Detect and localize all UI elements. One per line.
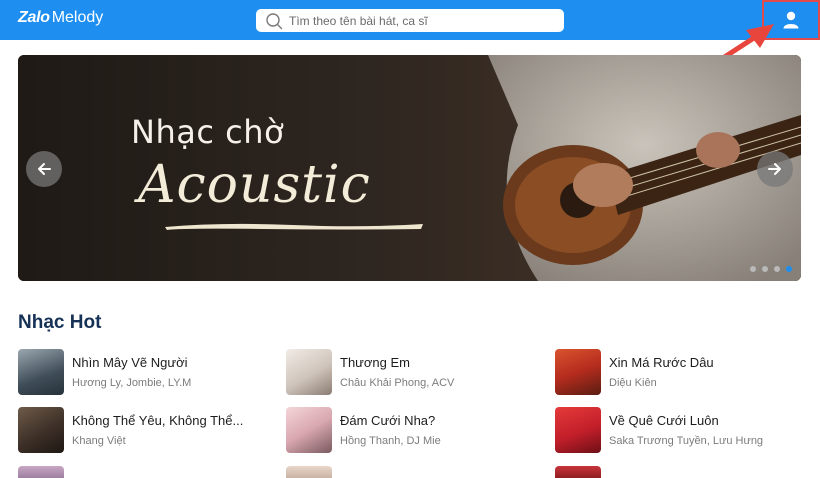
song-title: Không Thể Yêu, Không Thể... <box>72 412 244 428</box>
song-artist: Khang Việt <box>72 434 126 447</box>
search-icon <box>265 12 283 30</box>
song-item[interactable]: Thương Em Châu Khải Phong, ACV <box>286 348 454 396</box>
search-bar[interactable] <box>256 9 564 32</box>
song-item[interactable]: Nhìn Mây Vẽ Người Hương Ly, Jombie, LY.M <box>18 348 191 396</box>
search-input[interactable] <box>289 13 549 28</box>
logo-brand: Zalo <box>18 9 50 26</box>
song-thumbnail <box>18 349 64 395</box>
song-title: Thương Em <box>340 354 410 370</box>
banner-background-image <box>18 55 801 281</box>
song-artist: Saka Trương Tuyền, Lưu Hưng <box>609 434 764 447</box>
song-thumbnail <box>555 349 601 395</box>
song-item[interactable]: Về Quê Cưới Luôn Saka Trương Tuyền, Lưu … <box>555 406 763 454</box>
song-item[interactable]: Xin Má Rước Dâu Diệu Kiên <box>555 348 714 396</box>
song-thumbnail-partial[interactable] <box>18 466 64 478</box>
song-title: Xin Má Rước Dâu <box>609 354 714 370</box>
section-title: Nhạc Hot <box>18 312 102 333</box>
arrow-right-icon <box>768 163 781 175</box>
song-thumbnail <box>18 407 64 453</box>
banner-title-line2: Acoustic <box>138 155 371 215</box>
carousel-dot[interactable] <box>774 266 780 272</box>
song-title: Nhìn Mây Vẽ Người <box>72 354 188 370</box>
carousel-dots <box>750 266 792 272</box>
banner-prev-button[interactable] <box>26 151 62 187</box>
banner-title-line1: Nhạc chờ <box>131 113 285 151</box>
song-title: Về Quê Cưới Luôn <box>609 412 719 428</box>
song-thumbnail-partial[interactable] <box>555 466 601 478</box>
song-item[interactable]: Đám Cưới Nha? Hồng Thanh, DJ Mie <box>286 406 441 454</box>
carousel-dot-active[interactable] <box>786 266 792 272</box>
song-thumbnail <box>286 407 332 453</box>
arrow-left-icon <box>38 163 51 175</box>
logo-product: Melody <box>51 9 104 26</box>
carousel-dot[interactable] <box>762 266 768 272</box>
carousel-dot[interactable] <box>750 266 756 272</box>
song-thumbnail <box>555 407 601 453</box>
song-artist: Châu Khải Phong, ACV <box>340 376 455 389</box>
song-item[interactable]: Không Thể Yêu, Không Thể... Khang Việt <box>18 406 243 454</box>
song-artist: Diệu Kiên <box>609 376 657 389</box>
hero-banner[interactable]: Nhạc chờ Acoustic <box>18 55 801 281</box>
song-artist: Hồng Thanh, DJ Mie <box>340 434 441 447</box>
song-artist: Hương Ly, Jombie, LY.M <box>72 376 192 389</box>
user-icon <box>783 11 799 29</box>
song-title: Đám Cưới Nha? <box>340 412 436 428</box>
app-logo[interactable]: Zalo Melody <box>18 9 103 31</box>
banner-next-button[interactable] <box>757 151 793 187</box>
song-thumbnail-partial[interactable] <box>286 466 332 478</box>
brush-underline <box>165 223 423 230</box>
song-thumbnail <box>286 349 332 395</box>
